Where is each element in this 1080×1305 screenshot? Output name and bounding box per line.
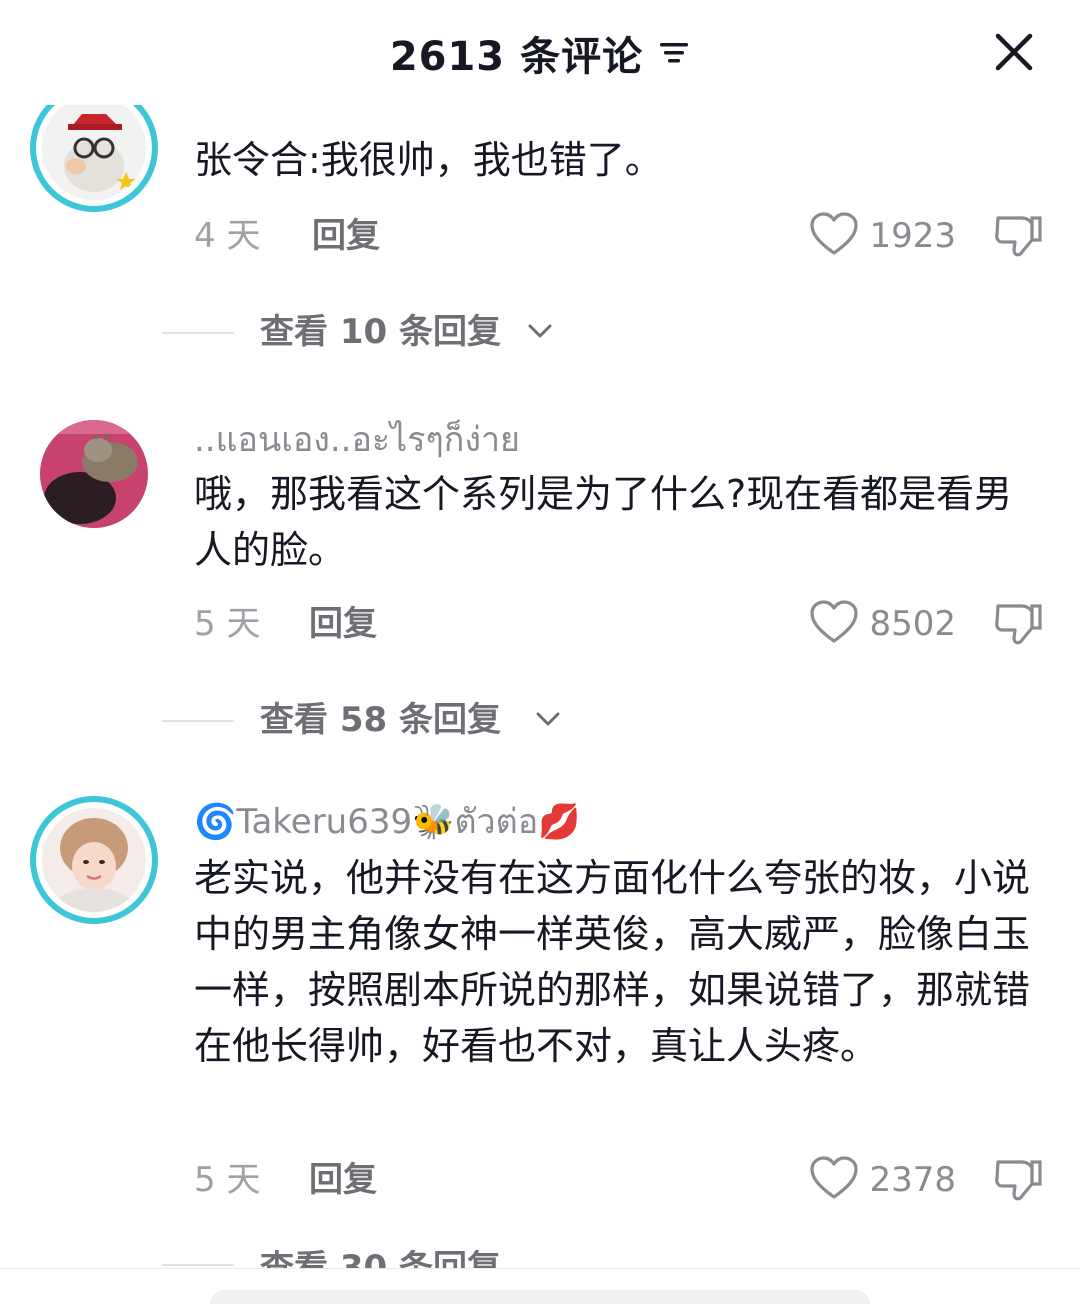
comment-input-handle[interactable] [210, 1290, 870, 1304]
divider-line [162, 1264, 234, 1266]
view-replies-label: 查看 10 条回复 [260, 312, 501, 352]
like-count: 8502 [869, 604, 956, 644]
heart-icon [809, 599, 859, 649]
dislike-icon[interactable] [992, 600, 1044, 648]
heart-icon [809, 1155, 859, 1205]
like-count: 1923 [869, 216, 956, 256]
like-button[interactable]: 2378 [809, 1156, 956, 1204]
view-replies-button[interactable]: 查看 58 条回复 [162, 696, 762, 744]
comment-meta: 4 天 回复 1923 [194, 212, 1044, 260]
username[interactable]: 🌀Takeru639🐝ตัวต่อ💋 [194, 794, 580, 848]
close-icon[interactable] [992, 30, 1036, 74]
username[interactable]: ..แอนเอง..อะไรๆก็ง่าย [194, 412, 520, 466]
comment-time: 4 天 [194, 216, 261, 256]
divider-line [162, 332, 234, 334]
dislike-icon[interactable] [992, 212, 1044, 260]
header-title-group: 2613 条评论 [0, 24, 1080, 80]
comments-header: 2613 条评论 [0, 0, 1080, 105]
comment-meta: 5 天 回复 8502 [194, 600, 1044, 648]
chevron-down-icon [534, 708, 562, 734]
comment-time: 5 天 [194, 604, 261, 644]
heart-icon [809, 211, 859, 261]
view-replies-button[interactable]: 查看 30 条回复 [162, 1250, 762, 1270]
comment-text: 老实说，他并没有在这方面化什么夸张的妆，小说中的男主角像女神一样英俊，高大威严，… [194, 856, 1031, 1068]
avatar[interactable] [30, 796, 158, 924]
chevron-down-icon [526, 320, 554, 346]
dislike-icon[interactable] [992, 1156, 1044, 1204]
comment-text: 张令合:我很帅，我也错了。 [194, 138, 663, 182]
view-replies-button[interactable]: 查看 10 条回复 [162, 308, 762, 356]
sort-icon[interactable] [658, 40, 690, 70]
like-count: 2378 [869, 1160, 956, 1200]
like-button[interactable]: 8502 [809, 600, 956, 648]
divider-line [162, 720, 234, 722]
like-button[interactable]: 1923 [809, 212, 956, 260]
view-replies-label: 查看 58 条回复 [260, 700, 501, 740]
reply-button[interactable]: 回复 [312, 212, 380, 260]
comment-text: 哦，那我看这个系列是为了什么?现在看都是看男人的脸。 [194, 472, 1013, 572]
view-replies-label: 查看 30 条回复 [260, 1250, 501, 1270]
comment-time: 5 天 [194, 1160, 261, 1200]
reply-button[interactable]: 回复 [309, 600, 377, 648]
avatar[interactable] [40, 420, 148, 528]
comment-meta: 5 天 回复 2378 [194, 1156, 1044, 1204]
reply-button[interactable]: 回复 [309, 1156, 377, 1204]
comment-count-title: 2613 条评论 [389, 34, 644, 80]
